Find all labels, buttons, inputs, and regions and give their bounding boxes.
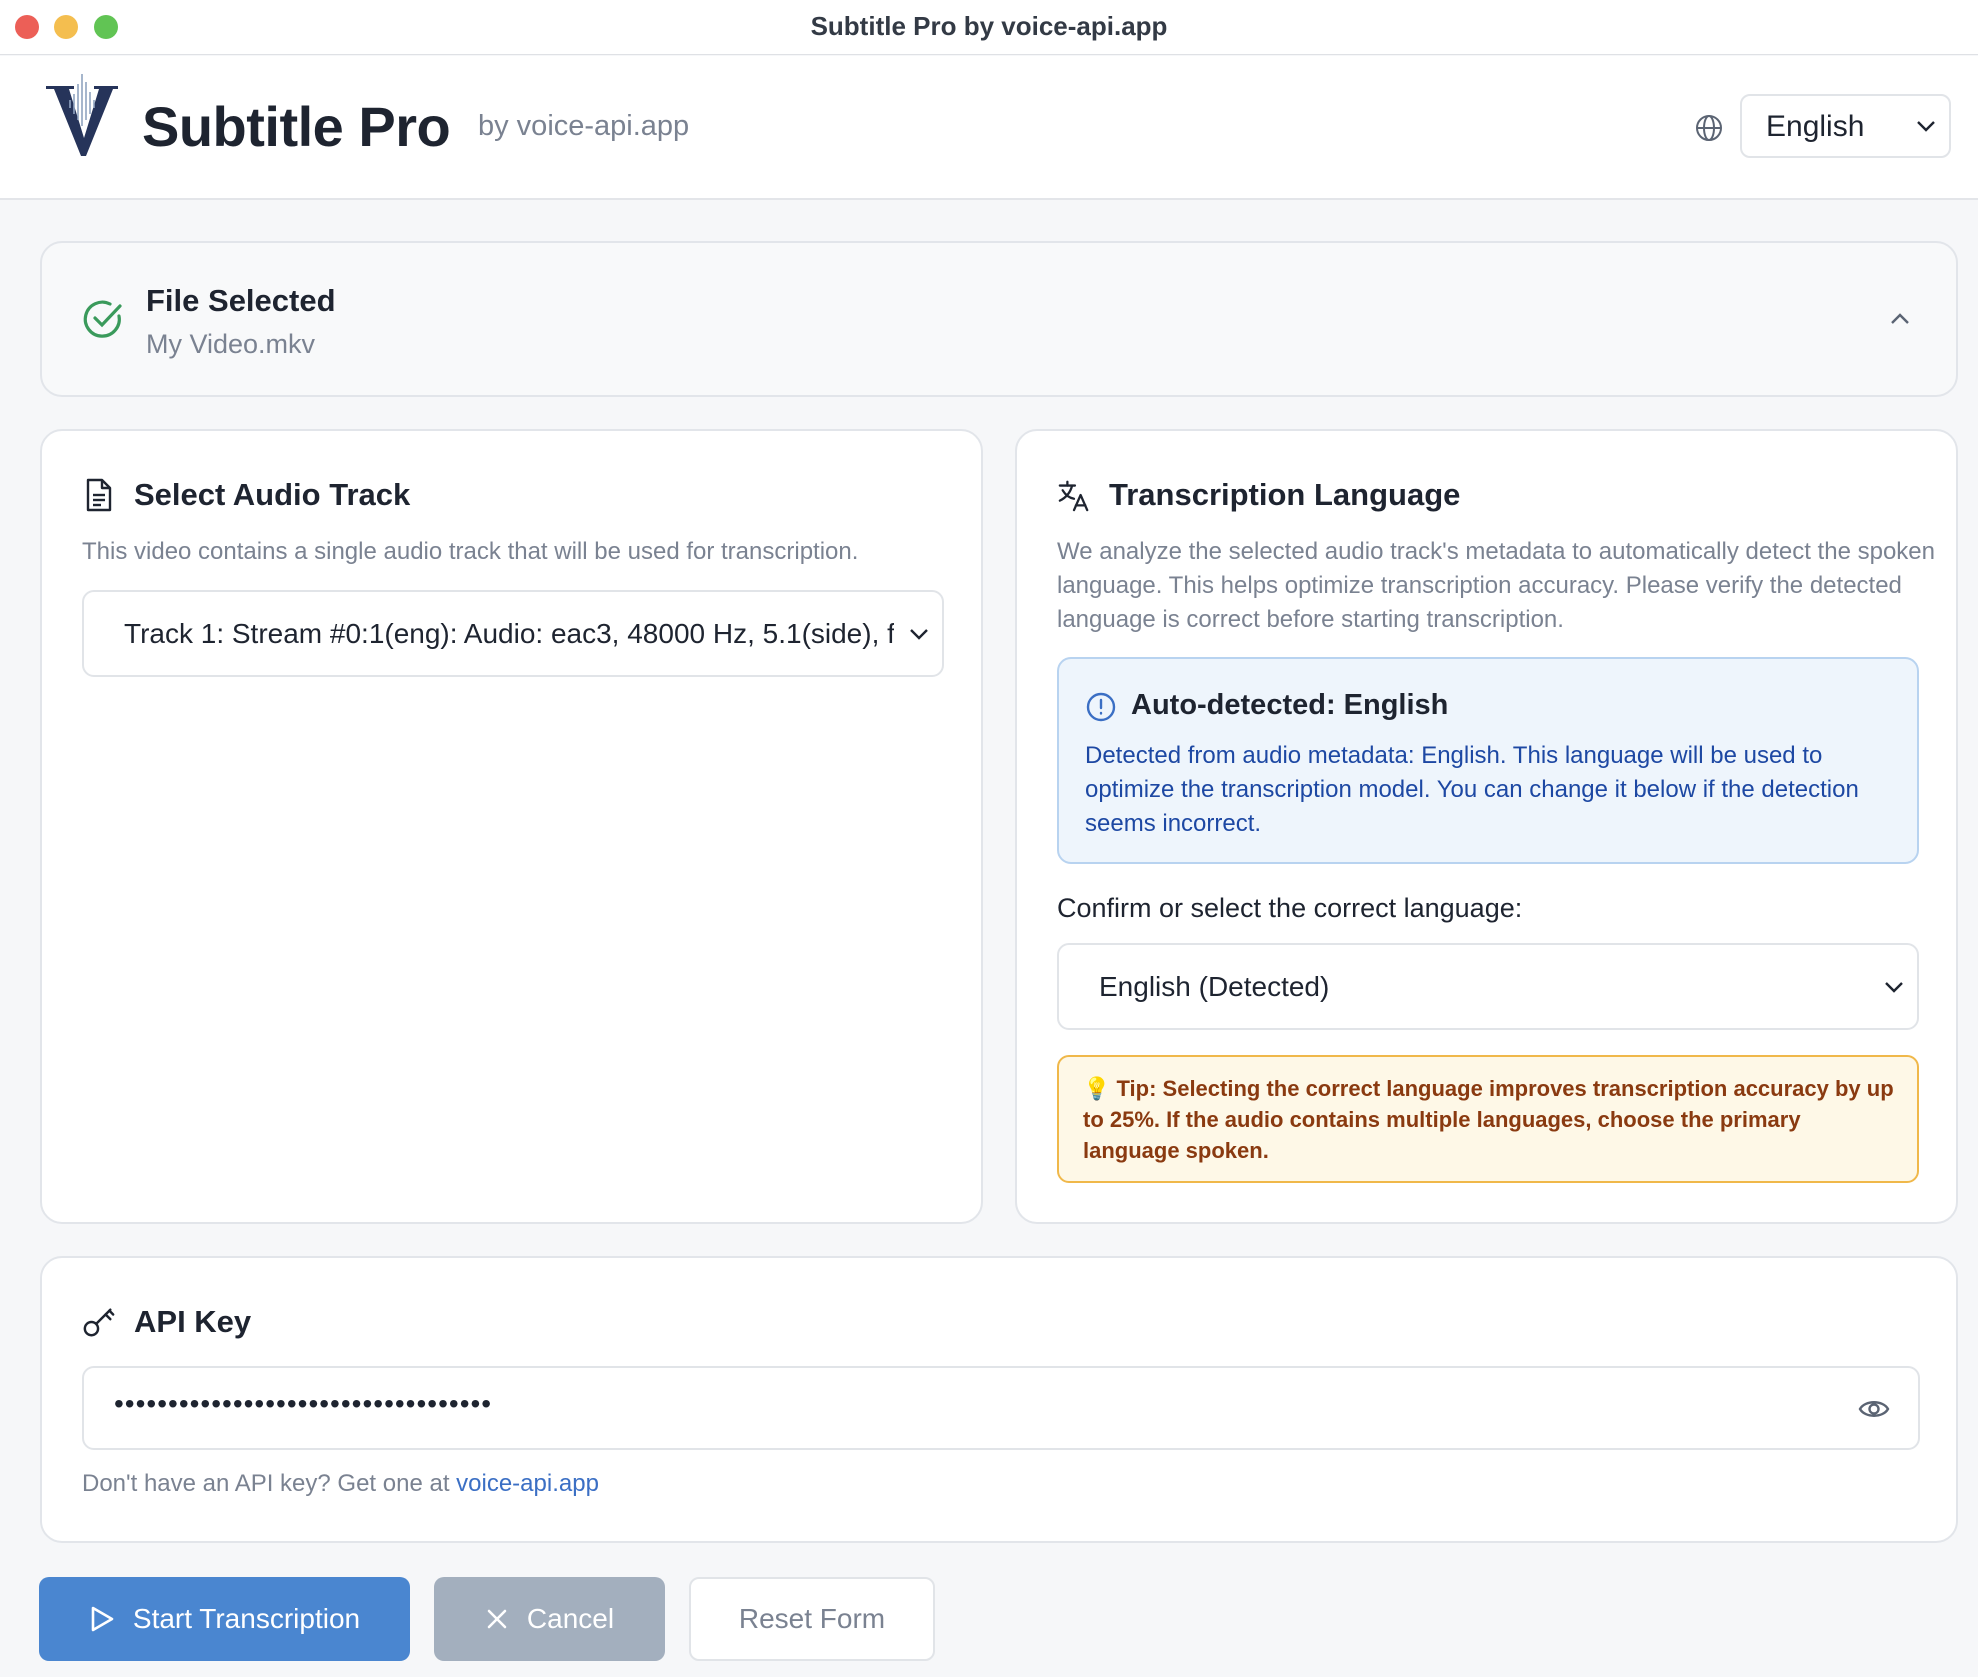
- audio-track-description: This video contains a single audio track…: [82, 538, 859, 565]
- api-key-help: Don't have an API key? Get one at voice-…: [82, 1470, 599, 1498]
- api-key-title: API Key: [134, 1304, 252, 1339]
- window-titlebar: Subtitle Pro by voice-api.app: [0, 0, 1978, 55]
- chevron-down-icon: [1885, 982, 1903, 993]
- info-icon: [1086, 692, 1116, 722]
- audio-track-value: Track 1: Stream #0:1(eng): Audio: eac3, …: [124, 618, 894, 649]
- cancel-label: Cancel: [526, 1603, 615, 1634]
- ui-language-value: English: [1766, 110, 1865, 143]
- x-icon: [487, 1609, 507, 1629]
- api-key-value: •••••••••••••••••••••••••••••••••••: [114, 1388, 493, 1419]
- reset-form-label: Reset Form: [738, 1603, 886, 1634]
- api-key-help-text: Don't have an API key? Get one at: [82, 1470, 457, 1497]
- cancel-button[interactable]: Cancel: [434, 1577, 665, 1661]
- auto-detected-text: Detected from audio metadata: English. T…: [1085, 742, 1859, 837]
- document-icon: [86, 478, 112, 512]
- api-key-signup-link[interactable]: voice-api.app: [456, 1470, 599, 1497]
- auto-detected-title: Auto-detected: English: [1131, 689, 1449, 721]
- reset-form-button[interactable]: Reset Form: [689, 1577, 935, 1661]
- language-tip: 💡 Tip: Selecting the correct language im…: [1057, 1055, 1919, 1183]
- confirm-language-label: Confirm or select the correct language:: [1057, 893, 1523, 923]
- window-title: Subtitle Pro by voice-api.app: [810, 11, 1168, 41]
- app-logo-icon: [46, 74, 118, 156]
- chevron-up-icon[interactable]: [1886, 305, 1914, 333]
- audio-track-title: Select Audio Track: [134, 477, 411, 512]
- app-header: Subtitle Pro by voice-api.app English: [0, 56, 1978, 200]
- transcription-language-title: Transcription Language: [1109, 477, 1461, 512]
- app-subtitle: by voice-api.app: [478, 110, 690, 142]
- api-key-input[interactable]: •••••••••••••••••••••••••••••••••••: [82, 1366, 1920, 1450]
- chevron-down-icon: [910, 629, 928, 640]
- transcription-language-card: Transcription Language We analyze the se…: [1015, 429, 1958, 1224]
- check-circle-icon: [83, 300, 122, 338]
- globe-icon: [1696, 115, 1722, 141]
- key-icon: [83, 1308, 115, 1337]
- start-transcription-label: Start Transcription: [132, 1603, 361, 1634]
- language-tip-text: 💡 Tip: Selecting the correct language im…: [1083, 1076, 1894, 1163]
- transcription-language-select[interactable]: English (Detected): [1057, 943, 1919, 1030]
- auto-detected-notice: Auto-detected: English Detected from aud…: [1057, 657, 1919, 864]
- translate-icon: [1058, 480, 1089, 512]
- audio-track-card: Select Audio Track This video contains a…: [40, 429, 983, 1224]
- transcription-language-description: We analyze the selected audio track's me…: [1057, 538, 1935, 633]
- file-name: My Video.mkv: [146, 329, 316, 359]
- file-selected-card[interactable]: File Selected My Video.mkv: [40, 241, 1958, 397]
- play-icon: [91, 1606, 114, 1632]
- file-status-title: File Selected: [146, 283, 336, 318]
- api-key-card: API Key ••••••••••••••••••••••••••••••••…: [40, 1256, 1958, 1543]
- start-transcription-button[interactable]: Start Transcription: [39, 1577, 410, 1661]
- chevron-down-icon: [1917, 121, 1935, 132]
- audio-track-select[interactable]: Track 1: Stream #0:1(eng): Audio: eac3, …: [82, 590, 944, 677]
- ui-language-select[interactable]: English: [1740, 94, 1951, 158]
- app-title: Subtitle Pro: [142, 95, 451, 158]
- transcription-language-value: English (Detected): [1099, 971, 1330, 1002]
- eye-icon[interactable]: [1858, 1395, 1890, 1423]
